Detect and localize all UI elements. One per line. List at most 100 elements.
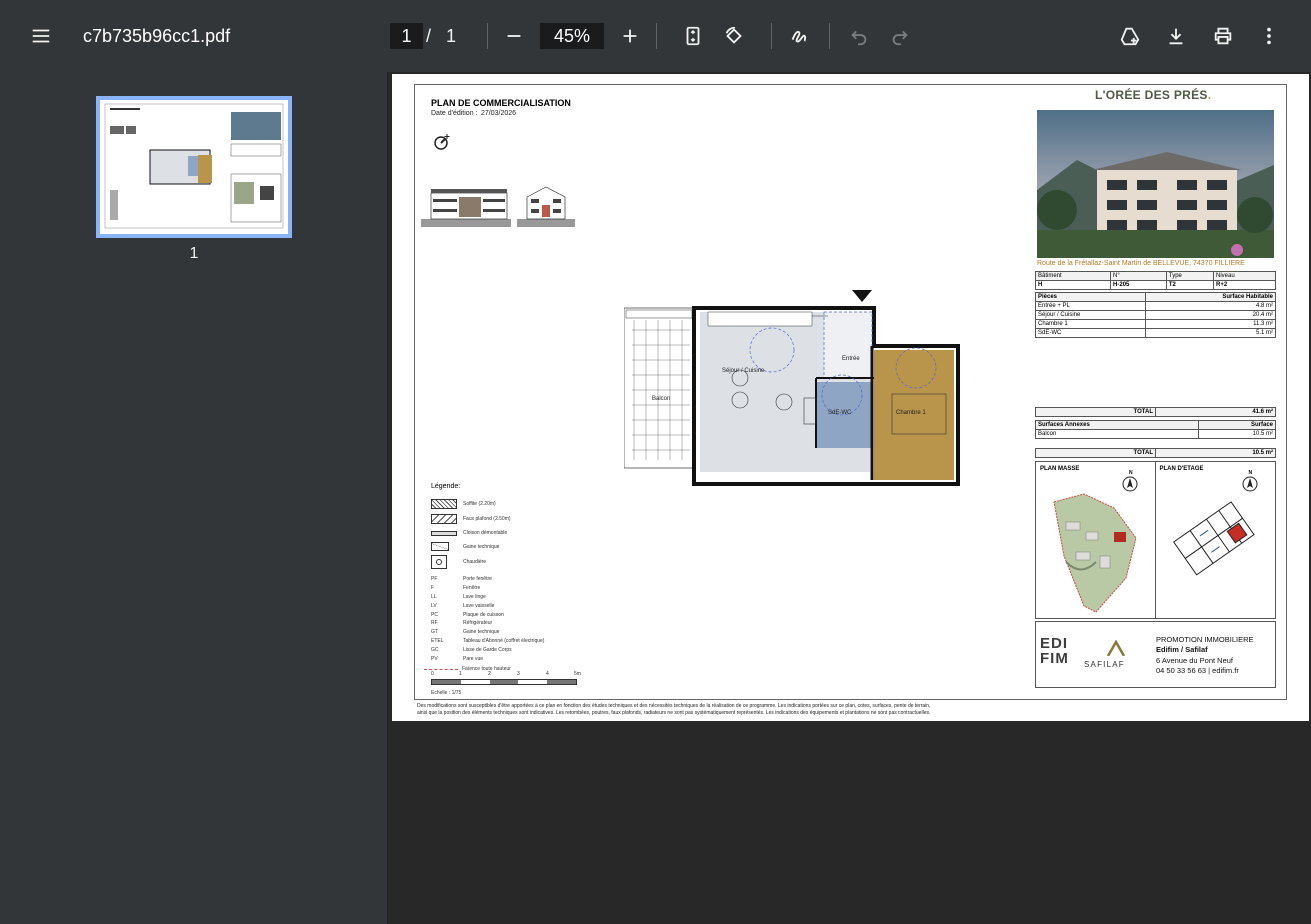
room-name: Chambre 1: [1034, 319, 1147, 329]
room-name: Séjour / Cuisine: [1034, 310, 1147, 320]
menu-icon: [32, 29, 50, 43]
scale-tick: 0: [431, 671, 434, 677]
promo-company: Edifim / Safilaf: [1156, 645, 1208, 654]
disclaimer-line-1: Des modifications sont susceptibles d'êt…: [417, 703, 931, 709]
legend-item: Gaine technique: [431, 539, 591, 554]
file-name: c7b735b96cc1.pdf: [83, 25, 231, 46]
cloison-swatch: [431, 530, 457, 536]
annex-header: Surface: [1197, 420, 1277, 430]
undo-button[interactable]: [841, 18, 877, 54]
abbr-value: Porte fenêtre: [463, 576, 492, 582]
total-label: TOTAL: [1035, 407, 1156, 417]
zoom-input[interactable]: 45%: [540, 23, 604, 49]
abbr-row: LV Lave vaisselle: [431, 603, 611, 612]
abbr-key: ETEL: [431, 638, 444, 645]
pdf-toolbar: c7b735b96cc1.pdf 1 / 1 45%: [0, 0, 1311, 72]
download-button[interactable]: [1158, 18, 1194, 54]
drive-add-button[interactable]: [1112, 18, 1148, 54]
fit-page-icon: [686, 26, 700, 46]
abbr-row: PC Plaque de cuisson: [431, 612, 611, 621]
plus-icon: [623, 29, 637, 43]
annex-total-table: TOTAL 10.5 m²: [1035, 448, 1276, 458]
floor-key-plan: [1172, 501, 1255, 576]
pdf-page: PLAN DE COMMERCIALISATION Date d'édition…: [392, 74, 1309, 721]
redo-icon: [892, 30, 908, 46]
edition-label: Date d'édition :: [431, 110, 478, 117]
faux-plafond-swatch: [431, 514, 457, 524]
abbr-row: F Fenêtre: [431, 585, 611, 594]
plan-etage-title: PLAN D'ETAGE: [1159, 466, 1204, 472]
gaine-swatch: [431, 542, 449, 551]
plan-label-entree: Entrée: [842, 356, 860, 362]
fit-page-button[interactable]: [675, 18, 711, 54]
scale-tick: 3: [517, 671, 520, 677]
annex-table: Surfaces Annexes Surface Balcon 10.5 m²: [1035, 420, 1277, 439]
abbr-value: Pare vue: [463, 656, 484, 663]
plan-masse: PLAN MASSE N: [1036, 462, 1156, 618]
promoter-box: EDI FIM SAFILAF PROMOTION IMMOBILIERE Ed…: [1035, 621, 1276, 688]
more-vert-icon: [1267, 27, 1271, 45]
scale-tick: 4: [546, 671, 549, 677]
plan-masse-title: PLAN MASSE: [1040, 466, 1080, 472]
pen-squiggle-icon: [791, 30, 807, 43]
legend-label: Chaudière: [463, 559, 487, 565]
legend-label: Gaine technique: [463, 543, 500, 550]
legend-item: Chaudière: [431, 554, 591, 570]
print-icon: [1214, 27, 1232, 45]
building-photo: [1037, 110, 1274, 258]
lot-value: T2: [1165, 280, 1215, 290]
site-map: [1053, 493, 1137, 613]
lot-header: Type: [1165, 271, 1215, 281]
scale-tick: 5m: [574, 671, 581, 677]
north-arrow-icon: [1122, 476, 1138, 492]
abbr-row: GT Gaine technique: [431, 629, 611, 638]
abbr-key: PC: [431, 611, 438, 618]
plan-label-chambre: Chambre 1: [896, 410, 926, 416]
plan-label-sejour: Séjour / Cuisine: [722, 368, 765, 374]
room-area: 20.4 m²: [1145, 310, 1276, 320]
print-button[interactable]: [1205, 18, 1241, 54]
thumbnail-page-number: 1: [189, 245, 199, 262]
more-options-button[interactable]: [1251, 18, 1287, 54]
lot-header: Niveau: [1213, 271, 1276, 281]
annex-area: 10.5 m²: [1197, 429, 1277, 439]
abbr-row: ETEL Tableau d'Abonné (coffret électrique…: [431, 638, 611, 647]
menu-button[interactable]: [23, 18, 59, 54]
total-area: 41.6 m²: [1155, 407, 1276, 417]
annotate-button[interactable]: [782, 18, 818, 54]
abbr-row: RF Réfrigérateur: [431, 620, 611, 629]
page-number-input[interactable]: 1: [390, 23, 423, 49]
lot-table: Bâtiment N° Type Niveau H H-205 T2 R+2: [1034, 271, 1276, 290]
facade-illustrations: [421, 186, 575, 227]
total-pages: 1: [446, 25, 457, 46]
abbr-row: LL Lave linge: [431, 594, 611, 603]
rotate-button[interactable]: [716, 18, 752, 54]
floor-plan: Balcon Séjour / Cuisine Entrée SdE-WC Ch…: [624, 290, 960, 486]
disclaimer-line-2: ainsi que la position des éléments techn…: [417, 710, 931, 716]
toolbar-divider: [487, 23, 488, 49]
document-title: PLAN DE COMMERCIALISATION: [431, 98, 571, 108]
abbr-value: Tableau d'Abonné (coffret électrique): [463, 638, 545, 645]
lot-header: N°: [1110, 271, 1167, 281]
lot-header: Bâtiment: [1034, 271, 1112, 281]
zoom-in-button[interactable]: [612, 18, 648, 54]
abbr-row: GC Lisse de Garde Corps: [431, 647, 611, 656]
scale-tick: 2: [488, 671, 491, 677]
zoom-out-button[interactable]: [496, 18, 532, 54]
page-thumbnail[interactable]: [96, 96, 292, 238]
annex-header: Surfaces Annexes: [1035, 420, 1199, 430]
faience-line: [424, 668, 458, 670]
legend-item: Faux plafond (2.50m): [431, 511, 591, 527]
room-area: 11.3 m²: [1145, 319, 1276, 329]
north-arrow-icon: [1242, 476, 1257, 492]
abbr-key: LL: [431, 593, 437, 600]
abbr-value: Réfrigérateur: [463, 620, 493, 627]
room-area: 5.1 m²: [1145, 328, 1276, 338]
abbr-value: Lave vaisselle: [463, 602, 495, 609]
rotate-icon: [725, 26, 742, 44]
scale-tick: 1: [459, 671, 462, 677]
toolbar-divider: [771, 23, 772, 49]
abbr-key: PV: [431, 656, 438, 663]
legend-item: Cloison démontable: [431, 527, 591, 539]
redo-button[interactable]: [882, 18, 918, 54]
